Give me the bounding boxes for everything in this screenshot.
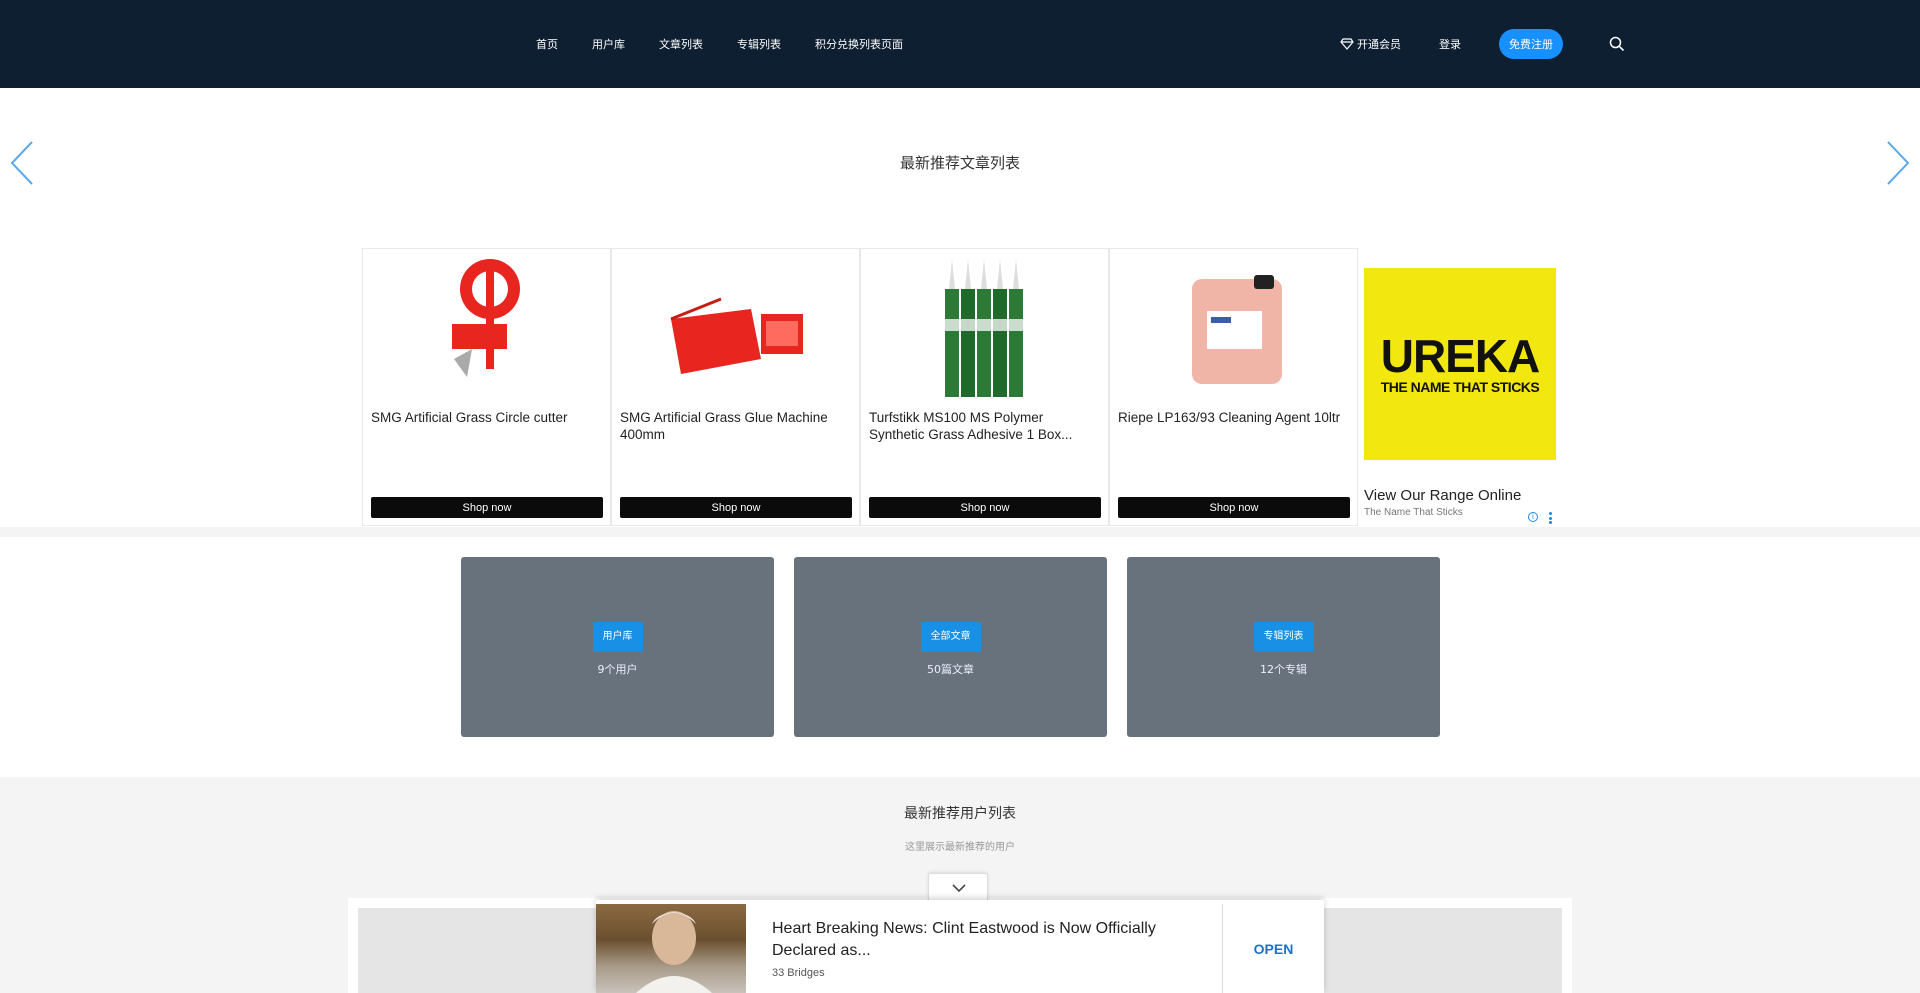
nav-users[interactable]: 用户库: [592, 36, 625, 52]
category-cards: 用户库 9个用户 全部文章 50篇文章 专辑列表 12个专辑: [461, 557, 1440, 737]
nav-home[interactable]: 首页: [536, 36, 558, 52]
recommended-users-subtitle: 这里展示最新推荐的用户: [905, 842, 1015, 853]
nav-articles[interactable]: 文章列表: [659, 36, 703, 52]
recommended-articles-title: 最新推荐文章列表: [899, 154, 1020, 172]
header-actions: 开通会员 登录 免费注册: [1340, 0, 1625, 88]
category-card-articles[interactable]: 全部文章 50篇文章: [794, 557, 1107, 737]
adhesive-box-image: [944, 259, 1023, 397]
ad-open-button[interactable]: OPEN: [1223, 904, 1324, 993]
search-icon: [1609, 36, 1625, 52]
ureka-display-ad[interactable]: UREKA THE NAME THAT STICKS: [1364, 268, 1556, 460]
category-count: 50篇文章: [927, 663, 974, 676]
product-ad-card[interactable]: SMG Artificial Grass Glue Machine 400mm …: [611, 248, 860, 526]
product-ad-card[interactable]: SMG Artificial Grass Circle cutter Shop …: [362, 248, 611, 526]
ad-headline[interactable]: Heart Breaking News: Clint Eastwood is N…: [772, 918, 1172, 962]
sticky-bottom-ad[interactable]: Heart Breaking News: Clint Eastwood is N…: [596, 900, 1324, 993]
section-divider: [0, 527, 1920, 537]
nav-points-exchange[interactable]: 积分兑换列表页面: [815, 36, 903, 52]
product-title: Riepe LP163/93 Cleaning Agent 10ltr: [1118, 410, 1341, 425]
product-title: SMG Artificial Grass Glue Machine 400mm: [620, 410, 828, 442]
category-badge[interactable]: 用户库: [592, 622, 643, 652]
ad-source: 33 Bridges: [772, 967, 825, 979]
site-header: 首页 用户库 文章列表 专辑列表 积分兑换列表页面 开通会员 登录 免费注册: [0, 0, 1920, 88]
product-title: SMG Artificial Grass Circle cutter: [371, 410, 568, 425]
search-button[interactable]: [1609, 36, 1625, 52]
category-count: 9个用户: [597, 663, 638, 676]
ureka-tagline: THE NAME THAT STICKS: [1380, 379, 1540, 395]
shop-now-button[interactable]: Shop now: [869, 497, 1101, 518]
ad-options-icon[interactable]: [1548, 512, 1552, 524]
ad-photo: [596, 904, 746, 993]
product-title: Turfstikk MS100 MS Polymer Synthetic Gra…: [869, 410, 1073, 442]
vip-label: 开通会员: [1357, 38, 1401, 51]
nav-albums[interactable]: 专辑列表: [737, 36, 781, 52]
main-nav: 首页 用户库 文章列表 专辑列表 积分兑换列表页面: [536, 0, 937, 88]
category-badge[interactable]: 全部文章: [920, 622, 981, 652]
category-badge[interactable]: 专辑列表: [1253, 622, 1314, 652]
shop-now-button[interactable]: Shop now: [1118, 497, 1350, 518]
product-ad-card[interactable]: Turfstikk MS100 MS Polymer Synthetic Gra…: [860, 248, 1109, 526]
category-card-albums[interactable]: 专辑列表 12个专辑: [1127, 557, 1440, 737]
product-ad-card[interactable]: Riepe LP163/93 Cleaning Agent 10ltr Shop…: [1109, 248, 1358, 526]
display-ad-subtitle: The Name That Sticks: [1364, 507, 1463, 518]
cleaning-agent-canister-image: [1191, 275, 1282, 384]
recommended-users-title: 最新推荐用户列表: [904, 806, 1016, 822]
grass-circle-cutter-image: [451, 259, 520, 377]
category-count: 12个专辑: [1260, 663, 1307, 676]
ureka-logo-text: UREKA: [1380, 330, 1541, 382]
diamond-icon: [1340, 38, 1354, 50]
glue-machine-image: [669, 297, 803, 374]
display-ad-headline[interactable]: View Our Range Online: [1364, 487, 1521, 504]
register-button[interactable]: 免费注册: [1499, 29, 1563, 59]
shop-now-button[interactable]: Shop now: [371, 497, 603, 518]
chevron-down-icon: [952, 884, 966, 893]
portrait-image: [636, 911, 712, 993]
product-ad-row: SMG Artificial Grass Circle cutter Shop …: [362, 248, 1358, 526]
category-card-users[interactable]: 用户库 9个用户: [461, 557, 774, 737]
login-link[interactable]: 登录: [1439, 36, 1461, 52]
sticky-ad-collapse-button[interactable]: [928, 873, 988, 901]
vip-link[interactable]: 开通会员: [1340, 36, 1401, 52]
shop-now-button[interactable]: Shop now: [620, 497, 852, 518]
ad-info-icon[interactable]: i: [1528, 512, 1538, 522]
